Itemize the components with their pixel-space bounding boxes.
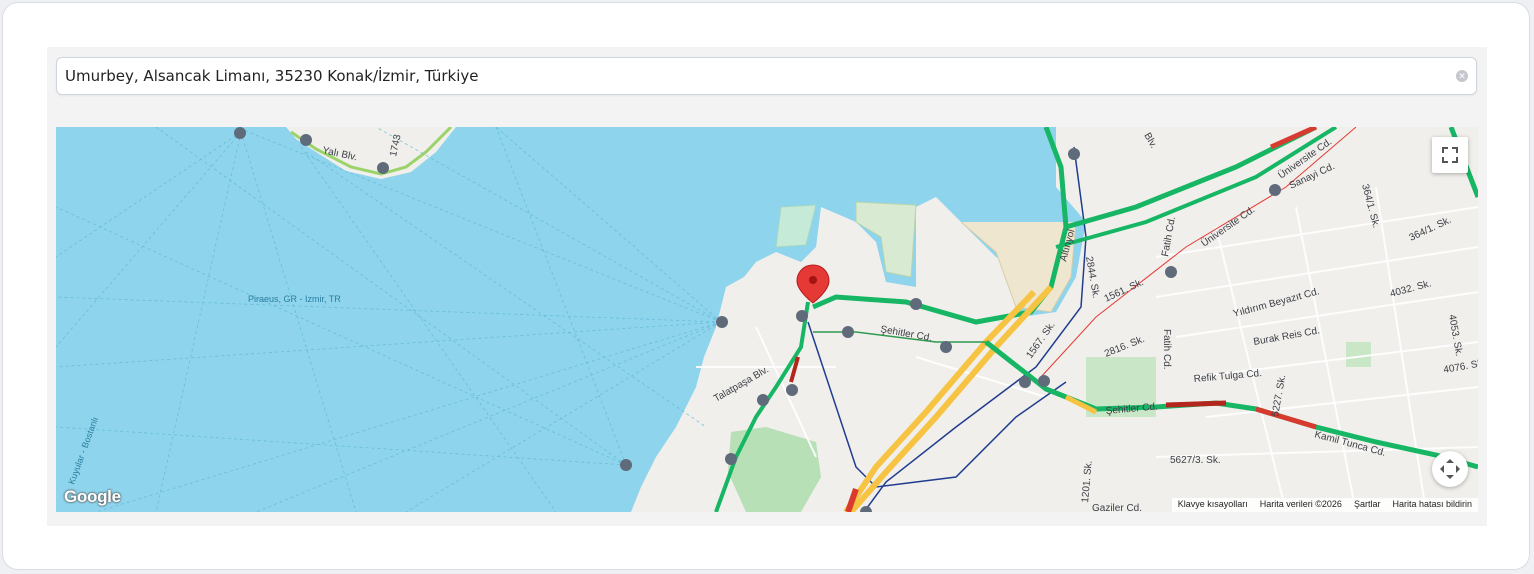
- terms-link[interactable]: Şartlar: [1348, 498, 1387, 512]
- map-label: 1567. Sk.: [1024, 320, 1057, 361]
- map-label: 5627/3. Sk.: [1170, 455, 1221, 466]
- location-search-input[interactable]: Umurbey, Alsancak Limanı, 35230 Konak/İz…: [56, 57, 1477, 95]
- location-marker-icon[interactable]: [796, 264, 830, 304]
- map-label: 364/1. Sk.: [1408, 215, 1453, 244]
- map-label: 1561. Sk.: [1103, 277, 1146, 305]
- map-label: Yıldırım Beyazıt Cd.: [1232, 286, 1321, 320]
- map-label: Gaziler Cd.: [1092, 503, 1142, 512]
- fullscreen-button[interactable]: [1432, 137, 1468, 173]
- clear-search-icon[interactable]: ✕: [1456, 70, 1468, 82]
- map-label: Piraeus, GR - Izmir, TR: [248, 294, 341, 304]
- map-label: 2844. Sk.: [1083, 256, 1101, 300]
- camera-control-icon: [1440, 459, 1460, 479]
- map-label: 4053. Sk.: [1446, 314, 1464, 358]
- map-attribution: Klavye kısayolları Harita verileri ©2026…: [1171, 498, 1478, 512]
- map-label: 2816. Sk.: [1103, 334, 1146, 360]
- keyboard-shortcuts-link[interactable]: Klavye kısayolları: [1172, 498, 1254, 512]
- map-label: 4076. Sk.: [1443, 358, 1478, 376]
- map-label: Refik Tulga Cd.: [1193, 368, 1262, 385]
- map-label: Şehitler Cd.: [879, 324, 932, 344]
- map-label: Fatih Cd.: [1160, 216, 1178, 258]
- map-label: 5227. Sk.: [1270, 374, 1288, 418]
- sea-area: [56, 127, 1086, 512]
- map-label: Burak Reis Cd.: [1253, 325, 1321, 348]
- search-value: Umurbey, Alsancak Limanı, 35230 Konak/İz…: [65, 67, 479, 85]
- fullscreen-icon: [1442, 147, 1458, 163]
- report-error-link[interactable]: Harita hatası bildirin: [1386, 498, 1478, 512]
- map-data-text: Harita verileri ©2026: [1259, 499, 1342, 509]
- map-label: Blv.: [1141, 131, 1158, 150]
- map-canvas[interactable]: Yalı Blv. 1743 Piraeus, GR - Izmir, TR K…: [56, 127, 1478, 512]
- map-label: 1201. Sk.: [1080, 460, 1095, 503]
- google-logo: Google: [64, 487, 121, 506]
- map-label: 4032. Sk.: [1389, 278, 1433, 300]
- map-label: Fatih Cd.: [1161, 329, 1172, 370]
- camera-control-button[interactable]: [1432, 451, 1468, 487]
- map-view[interactable]: Yalı Blv. 1743 Piraeus, GR - Izmir, TR K…: [56, 127, 1478, 512]
